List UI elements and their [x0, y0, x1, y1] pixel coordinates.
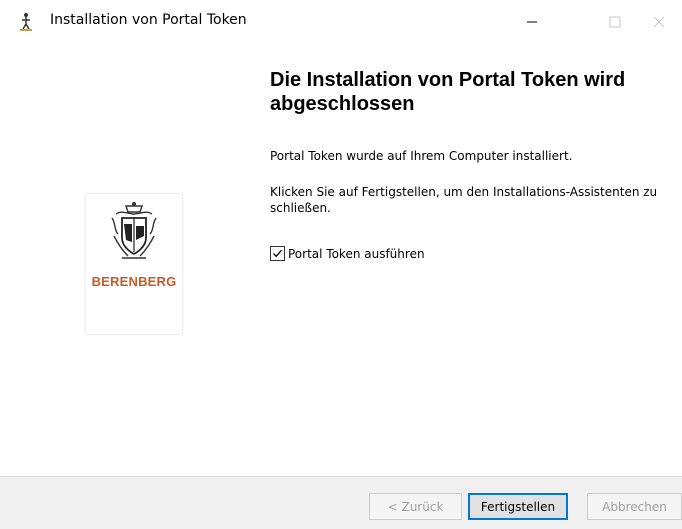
minimize-button[interactable] — [509, 0, 555, 44]
back-button[interactable]: < Zurück — [369, 493, 462, 520]
minimize-icon — [527, 21, 537, 23]
run-app-label: Portal Token ausführen — [288, 246, 425, 261]
checkmark-icon — [273, 249, 282, 258]
maximize-button[interactable] — [592, 0, 638, 44]
window-title: Installation von Portal Token — [50, 12, 247, 28]
run-app-checkbox[interactable] — [270, 246, 285, 261]
berenberg-crest-icon — [111, 202, 157, 259]
close-icon — [653, 16, 665, 28]
installed-message: Portal Token wurde auf Ihrem Computer in… — [270, 149, 573, 163]
cancel-button[interactable]: Abbrechen — [587, 493, 682, 520]
sidebar-panel: BERENBERG — [0, 44, 248, 476]
instruction-message: Klicken Sie auf Fertigstellen, um den In… — [270, 185, 658, 215]
maximize-icon — [609, 16, 621, 28]
page-heading: Die Installation von Portal Token wird a… — [270, 69, 626, 115]
close-button[interactable] — [636, 0, 682, 44]
installer-figure-icon — [20, 13, 32, 31]
logo-wordmark: BERENBERG — [91, 274, 177, 289]
title-bar: Installation von Portal Token — [0, 0, 682, 44]
run-app-option[interactable]: Portal Token ausführen — [270, 246, 425, 261]
berenberg-logo: BERENBERG — [86, 194, 182, 334]
button-bar: < Zurück Fertigstellen Abbrechen — [0, 476, 682, 529]
finish-button[interactable]: Fertigstellen — [468, 493, 568, 520]
